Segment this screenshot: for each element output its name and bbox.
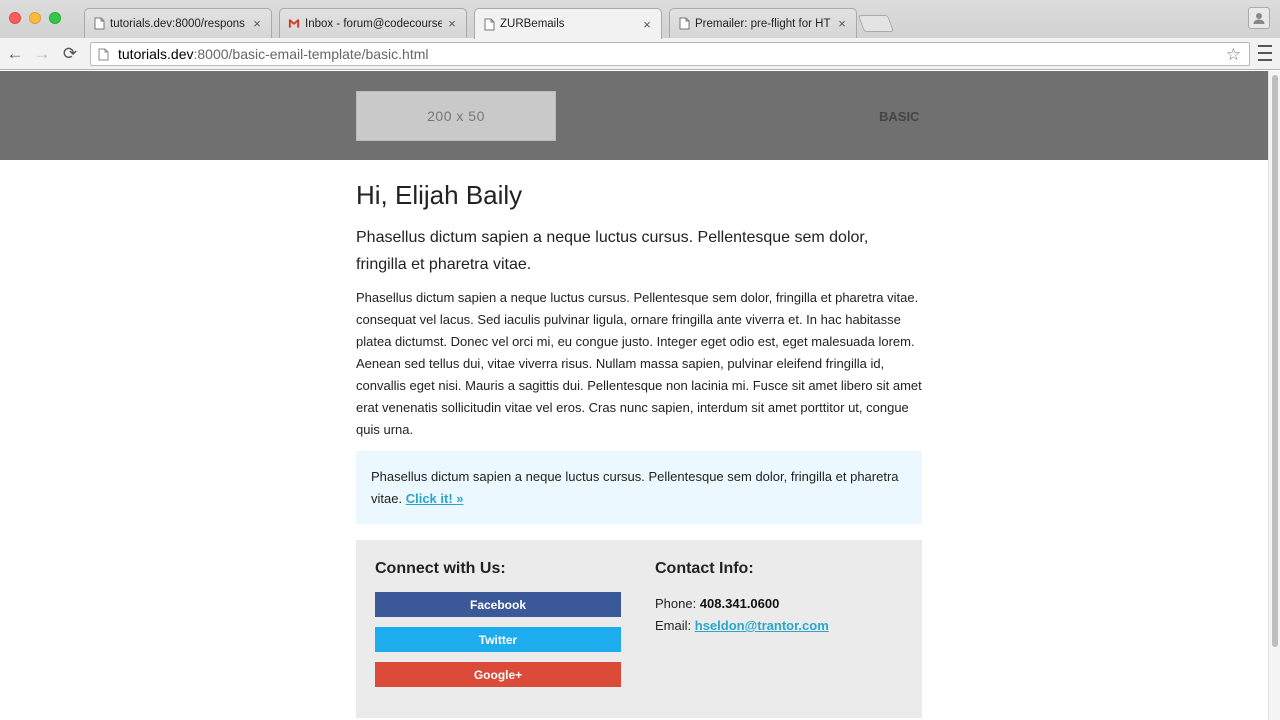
tab-strip: tutorials.dev:8000/respons × Inbox - for… [0,0,1280,39]
browser-toolbar: ← → ⟳ tutorials.dev:8000/basic-email-tem… [0,38,1280,70]
header-label: BASIC [879,109,920,124]
body-paragraph: Phasellus dictum sapien a neque luctus c… [356,290,922,437]
greeting-heading: Hi, Elijah Baily [356,180,523,210]
page-scrollbar[interactable] [1268,71,1280,720]
email-link[interactable]: hseldon@trantor.com [695,618,829,633]
email-label: Email: [655,618,692,633]
phone-line: Phone: 408.341.0600 [655,596,779,611]
close-icon[interactable]: × [641,17,653,32]
tab-tutorials[interactable]: tutorials.dev:8000/respons × [84,8,272,38]
page-icon [483,17,495,31]
tab-inbox[interactable]: Inbox - forum@codecourse × [279,8,467,38]
page-viewport: 200 x 50 BASIC Hi, Elijah Baily Phasellu… [0,71,1280,720]
facebook-button[interactable]: Facebook [375,592,621,617]
contact-heading: Contact Info: [655,560,754,577]
lead-paragraph: Phasellus dictum sapien a neque luctus c… [356,229,869,273]
close-icon[interactable]: × [251,16,263,31]
browser-menu-icon[interactable] [1258,45,1272,61]
page-icon [98,48,109,61]
email-line: Email: hseldon@trantor.com [655,618,829,633]
tab-premailer[interactable]: Premailer: pre-flight for HT × [669,8,857,38]
new-tab-button[interactable] [857,15,895,32]
tab-zurbemails[interactable]: ZURBemails × [474,8,662,39]
social-panel: Connect with Us: Facebook Twitter Google… [356,540,922,718]
url-path: :8000/basic-email-template/basic.html [193,46,429,62]
tab-title: Inbox - forum@codecourse [305,17,442,30]
scrollbar-thumb[interactable] [1272,75,1278,647]
phone-number: 408.341.0600 [699,596,780,611]
bookmark-star-icon[interactable]: ☆ [1226,45,1241,65]
minimize-window-button[interactable] [29,12,41,24]
tab-title: tutorials.dev:8000/respons [110,17,245,30]
forward-button[interactable]: → [31,43,53,65]
click-it-link[interactable]: Click it! » [406,491,464,506]
reload-button[interactable]: ⟳ [59,43,81,65]
zoom-window-button[interactable] [49,12,61,24]
profile-icon[interactable] [1248,7,1270,29]
googleplus-button[interactable]: Google+ [375,662,621,687]
address-bar[interactable]: tutorials.dev:8000/basic-email-template/… [90,42,1250,66]
logo-placeholder: 200 x 50 [356,91,556,141]
callout-panel: Phasellus dictum sapien a neque luctus c… [356,451,922,524]
phone-label: Phone: [655,596,697,611]
close-icon[interactable]: × [836,16,848,31]
email-header: 200 x 50 BASIC [0,71,1268,160]
back-button[interactable]: ← [4,43,26,65]
page-icon [93,17,105,31]
url-host: tutorials.dev [118,46,194,62]
twitter-button[interactable]: Twitter [375,627,621,652]
tab-title: ZURBemails [500,18,565,30]
close-window-button[interactable] [9,12,21,24]
gmail-icon [288,17,300,31]
connect-heading: Connect with Us: [375,560,506,577]
tab-title: Premailer: pre-flight for HT [695,17,831,30]
page-icon [678,17,690,31]
close-icon[interactable]: × [446,16,458,31]
